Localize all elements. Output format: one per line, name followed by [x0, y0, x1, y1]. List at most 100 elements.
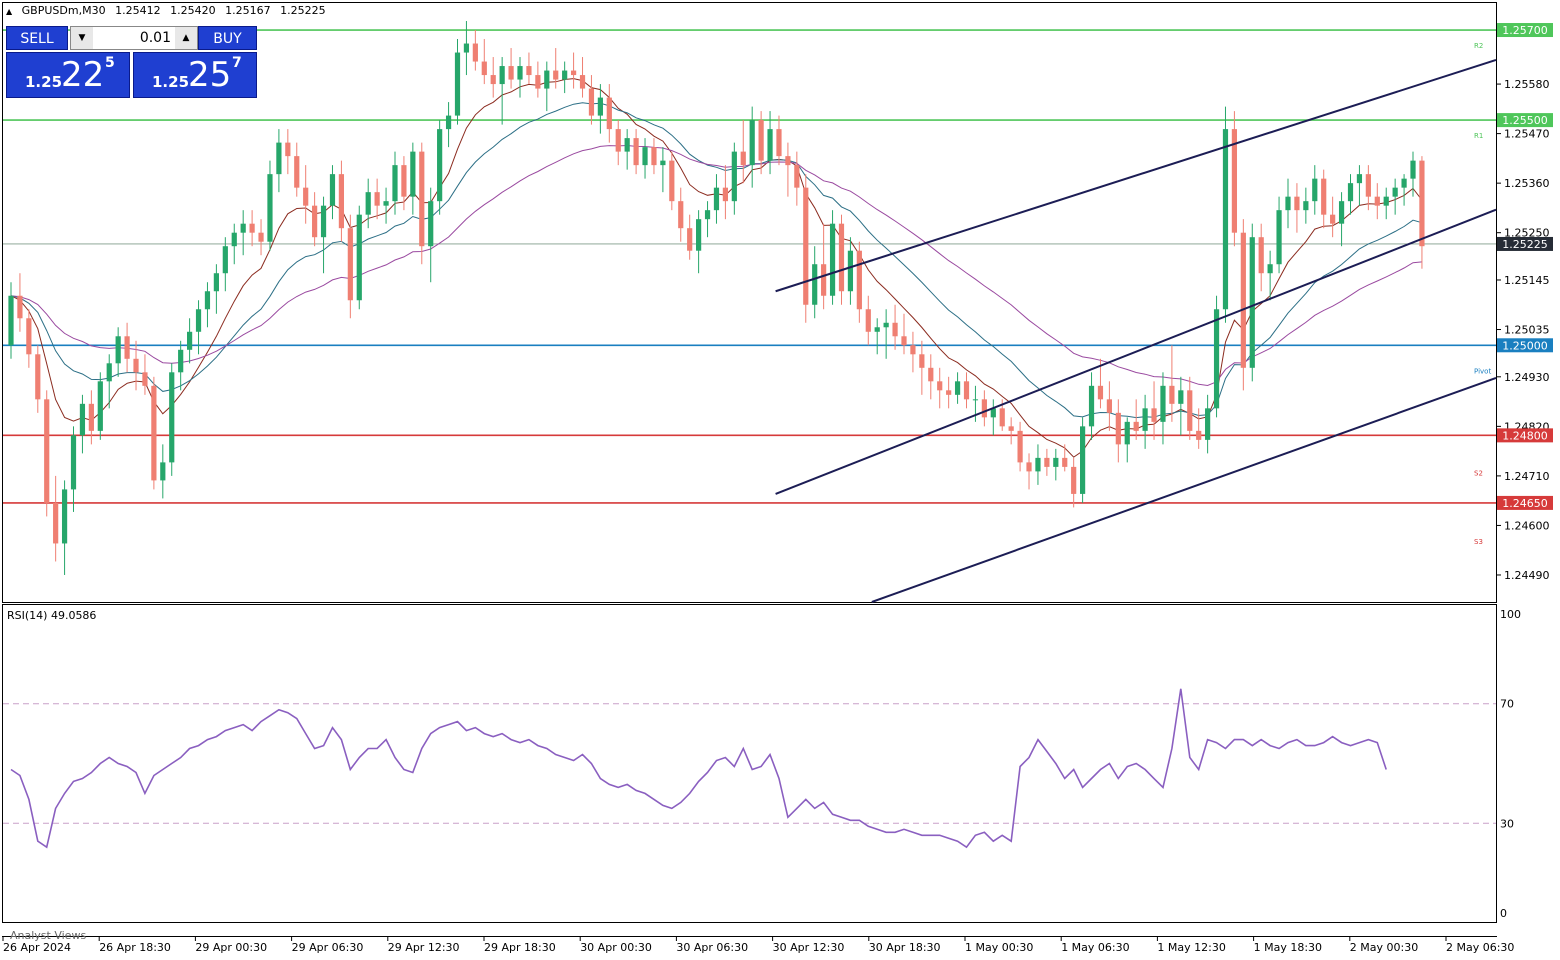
level-price-label: 1.24800 — [1502, 429, 1548, 442]
candle-body — [767, 129, 773, 161]
candle-body — [463, 43, 470, 53]
candle-body — [669, 160, 675, 202]
candle-body — [428, 201, 434, 247]
price-tick-label: 1.24710 — [1504, 470, 1550, 483]
candle-body — [276, 142, 282, 175]
sell-button[interactable]: SELL — [6, 26, 68, 50]
candle-body — [776, 129, 782, 157]
candle-body — [178, 349, 184, 373]
candle-body — [1267, 264, 1273, 274]
candle-body — [526, 66, 532, 76]
candle-body — [490, 75, 496, 85]
candle-body — [606, 97, 612, 130]
candle-body — [240, 223, 246, 233]
candle-body — [1151, 408, 1157, 422]
price-tick-label: 1.24600 — [1504, 519, 1550, 532]
rsi-tick-label: 70 — [1500, 698, 1514, 711]
candle-body — [821, 264, 827, 296]
moving-average-ma-mid — [10, 102, 1423, 419]
candle-body — [338, 174, 345, 229]
candle-body — [1276, 210, 1282, 265]
price-tick-label: 1.25145 — [1504, 274, 1550, 287]
candle-body — [785, 156, 791, 166]
candle-body — [937, 381, 943, 391]
candle-body — [963, 381, 970, 400]
candle-body — [722, 187, 728, 202]
candle-body — [651, 147, 657, 166]
candle-body — [1017, 430, 1023, 463]
candle-body — [856, 250, 862, 310]
candle-body — [79, 403, 86, 436]
price-tick-label: 1.24490 — [1504, 569, 1550, 582]
time-tick-label: 30 Apr 18:30 — [869, 941, 941, 954]
candle-body — [1071, 466, 1077, 494]
level-price-label: 1.25000 — [1502, 339, 1548, 352]
candle-body — [329, 174, 336, 206]
rsi-tick-label: 100 — [1500, 608, 1521, 621]
candle-body — [1178, 390, 1184, 404]
candle-body — [445, 115, 452, 130]
buy-button[interactable]: BUY — [198, 26, 257, 50]
candle-body — [454, 52, 461, 116]
candle-body — [106, 363, 112, 382]
time-tick-label: 30 Apr 06:30 — [676, 941, 748, 954]
lot-size-input[interactable] — [95, 29, 173, 47]
level-price-label: 1.25500 — [1502, 114, 1548, 127]
candle-body — [222, 246, 228, 274]
candle-body — [8, 295, 14, 346]
candle-body — [1213, 309, 1220, 409]
candle-body — [803, 187, 809, 305]
candle-body — [758, 120, 764, 161]
candle-body — [517, 66, 523, 80]
trend-channel-line[interactable] — [775, 208, 1497, 495]
rsi-tick-label: 0 — [1500, 907, 1507, 920]
candle-body — [687, 228, 693, 251]
candle-body — [713, 187, 720, 211]
high-price: 1.25420 — [170, 4, 216, 17]
lot-decrease-icon[interactable]: ▼ — [71, 27, 93, 49]
price-tick-label: 1.25035 — [1504, 324, 1550, 337]
time-tick-label: 29 Apr 12:30 — [388, 941, 460, 954]
symbol-name: GBPUSDm,M30 — [21, 4, 106, 17]
candle-body — [1026, 462, 1032, 472]
candle-body — [740, 151, 746, 166]
level-price-label: 1.25700 — [1502, 24, 1548, 37]
trend-channel-line[interactable] — [775, 59, 1497, 293]
candle-body — [910, 345, 916, 355]
time-tick-label: 1 May 12:30 — [1157, 941, 1225, 954]
candle-body — [553, 70, 559, 80]
candle-body — [169, 372, 175, 463]
candle-body — [383, 201, 389, 206]
candle-body — [1365, 174, 1371, 197]
candle-body — [847, 250, 854, 292]
candle-body — [1187, 390, 1193, 431]
candle-body — [124, 336, 130, 359]
level-tag-label: R1 — [1474, 132, 1483, 140]
candle-body — [678, 201, 684, 229]
channel-lines[interactable] — [775, 59, 1497, 603]
candle-body — [1312, 178, 1318, 202]
candle-body — [865, 309, 871, 332]
symbol-header: ▲ GBPUSDm,M30 1.25412 1.25420 1.25167 1.… — [6, 4, 332, 17]
close-price: 1.25225 — [280, 4, 326, 17]
candle-body — [633, 138, 639, 166]
candle-body — [1106, 399, 1112, 413]
sell-price-button[interactable]: 1.25 22 5 — [6, 52, 130, 98]
candle-body — [1285, 196, 1291, 211]
sell-price-prefix: 1.25 — [25, 73, 63, 91]
candle-body — [838, 223, 845, 292]
candle-body — [213, 273, 219, 292]
candle-body — [1338, 201, 1345, 224]
candle-body — [187, 331, 193, 350]
candle-body — [401, 165, 407, 197]
candle-body — [365, 192, 371, 215]
lot-increase-icon[interactable]: ▲ — [175, 27, 197, 49]
price-chart[interactable]: R2R1PivotS2S3 1.255801.254701.253601.252… — [0, 0, 1560, 960]
buy-price-button[interactable]: 1.25 25 7 — [133, 52, 257, 98]
candle-body — [794, 165, 800, 188]
candle-body — [1419, 160, 1425, 247]
candle-body — [570, 70, 577, 76]
moving-average-ma-fast — [10, 78, 1423, 458]
symbol-arrow-icon[interactable]: ▲ — [6, 7, 12, 16]
candle-body — [597, 97, 603, 116]
